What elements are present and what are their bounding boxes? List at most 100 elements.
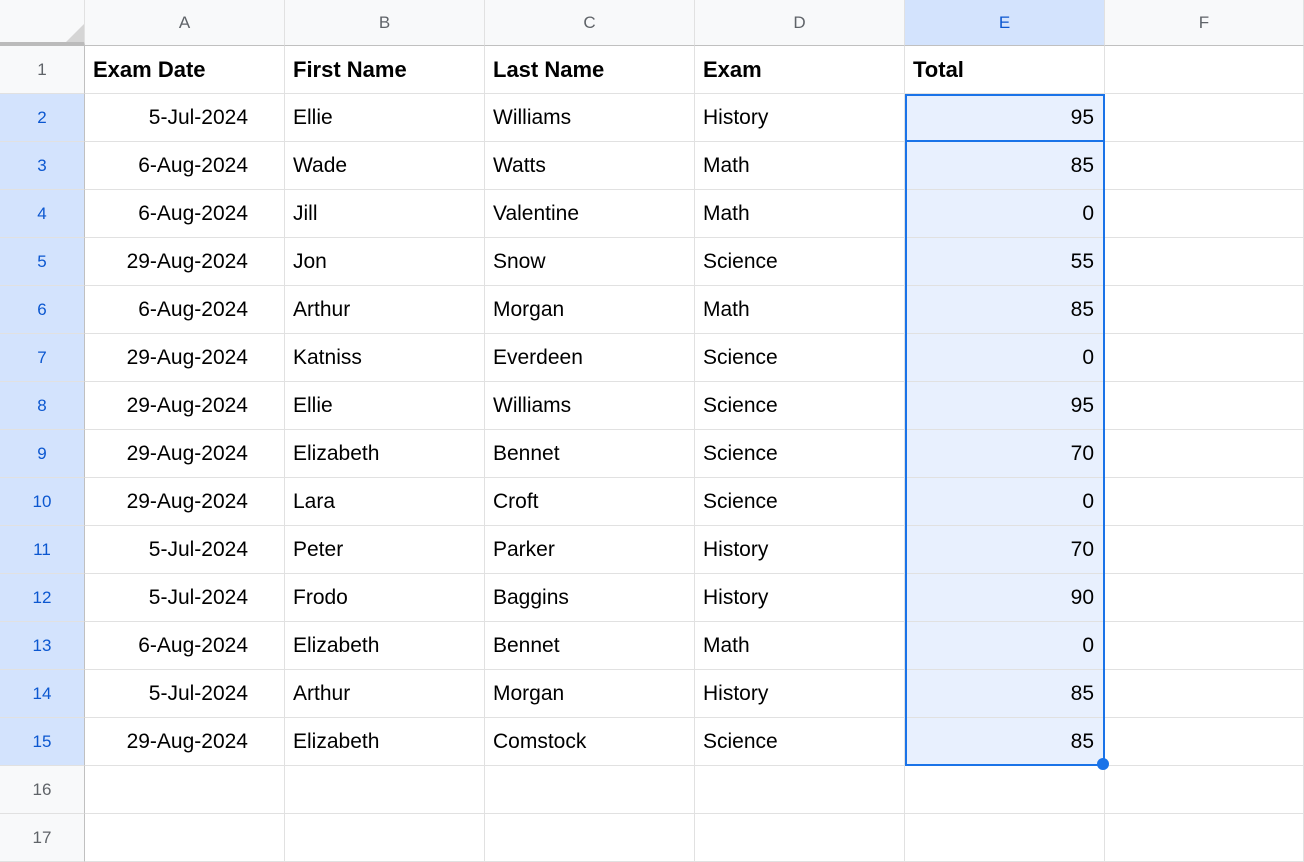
cell-A3[interactable]: 6-Aug-2024: [85, 142, 285, 190]
cell-B9[interactable]: Elizabeth: [285, 430, 485, 478]
cell-F1[interactable]: [1105, 46, 1304, 94]
row-header-8[interactable]: 8: [0, 382, 85, 430]
cell-F9[interactable]: [1105, 430, 1304, 478]
cell-B4[interactable]: Jill: [285, 190, 485, 238]
cell-F4[interactable]: [1105, 190, 1304, 238]
col-header-F[interactable]: F: [1105, 0, 1304, 46]
cell-D8[interactable]: Science: [695, 382, 905, 430]
cell-F16[interactable]: [1105, 766, 1304, 814]
row-header-15[interactable]: 15: [0, 718, 85, 766]
row-header-12[interactable]: 12: [0, 574, 85, 622]
row-header-11[interactable]: 11: [0, 526, 85, 574]
cell-F8[interactable]: [1105, 382, 1304, 430]
cell-C16[interactable]: [485, 766, 695, 814]
row-header-6[interactable]: 6: [0, 286, 85, 334]
cell-E11[interactable]: 70: [905, 526, 1105, 574]
select-all-corner[interactable]: [0, 0, 85, 46]
cell-C4[interactable]: Valentine: [485, 190, 695, 238]
cell-A4[interactable]: 6-Aug-2024: [85, 190, 285, 238]
cell-D7[interactable]: Science: [695, 334, 905, 382]
cell-C15[interactable]: Comstock: [485, 718, 695, 766]
cell-D1[interactable]: Exam: [695, 46, 905, 94]
row-header-5[interactable]: 5: [0, 238, 85, 286]
row-header-3[interactable]: 3: [0, 142, 85, 190]
row-header-1[interactable]: 1: [0, 46, 85, 94]
cell-F2[interactable]: [1105, 94, 1304, 142]
cell-C1[interactable]: Last Name: [485, 46, 695, 94]
col-header-B[interactable]: B: [285, 0, 485, 46]
cell-F10[interactable]: [1105, 478, 1304, 526]
cell-E17[interactable]: [905, 814, 1105, 862]
cell-C12[interactable]: Baggins: [485, 574, 695, 622]
cell-E13[interactable]: 0: [905, 622, 1105, 670]
cell-D4[interactable]: Math: [695, 190, 905, 238]
cell-A11[interactable]: 5-Jul-2024: [85, 526, 285, 574]
cell-C10[interactable]: Croft: [485, 478, 695, 526]
cell-C8[interactable]: Williams: [485, 382, 695, 430]
cell-C13[interactable]: Bennet: [485, 622, 695, 670]
cell-C11[interactable]: Parker: [485, 526, 695, 574]
row-header-9[interactable]: 9: [0, 430, 85, 478]
cell-E12[interactable]: 90: [905, 574, 1105, 622]
cell-D11[interactable]: History: [695, 526, 905, 574]
cell-B15[interactable]: Elizabeth: [285, 718, 485, 766]
cell-A9[interactable]: 29-Aug-2024: [85, 430, 285, 478]
cell-B7[interactable]: Katniss: [285, 334, 485, 382]
cell-C17[interactable]: [485, 814, 695, 862]
cell-A14[interactable]: 5-Jul-2024: [85, 670, 285, 718]
cell-C14[interactable]: Morgan: [485, 670, 695, 718]
cell-F7[interactable]: [1105, 334, 1304, 382]
cell-D2[interactable]: History: [695, 94, 905, 142]
cell-A10[interactable]: 29-Aug-2024: [85, 478, 285, 526]
cell-A2[interactable]: 5-Jul-2024: [85, 94, 285, 142]
cell-B13[interactable]: Elizabeth: [285, 622, 485, 670]
cell-D10[interactable]: Science: [695, 478, 905, 526]
col-header-E[interactable]: E: [905, 0, 1105, 46]
cell-B12[interactable]: Frodo: [285, 574, 485, 622]
cell-C3[interactable]: Watts: [485, 142, 695, 190]
cell-B5[interactable]: Jon: [285, 238, 485, 286]
cell-C5[interactable]: Snow: [485, 238, 695, 286]
cell-D5[interactable]: Science: [695, 238, 905, 286]
cell-E4[interactable]: 0: [905, 190, 1105, 238]
cell-D17[interactable]: [695, 814, 905, 862]
cell-F17[interactable]: [1105, 814, 1304, 862]
cell-D12[interactable]: History: [695, 574, 905, 622]
cell-E6[interactable]: 85: [905, 286, 1105, 334]
cell-E9[interactable]: 70: [905, 430, 1105, 478]
row-header-16[interactable]: 16: [0, 766, 85, 814]
cell-E15[interactable]: 85: [905, 718, 1105, 766]
cell-C9[interactable]: Bennet: [485, 430, 695, 478]
cell-A15[interactable]: 29-Aug-2024: [85, 718, 285, 766]
cell-F6[interactable]: [1105, 286, 1304, 334]
cell-D16[interactable]: [695, 766, 905, 814]
cell-B10[interactable]: Lara: [285, 478, 485, 526]
cell-E5[interactable]: 55: [905, 238, 1105, 286]
cell-A6[interactable]: 6-Aug-2024: [85, 286, 285, 334]
cell-A13[interactable]: 6-Aug-2024: [85, 622, 285, 670]
cell-A7[interactable]: 29-Aug-2024: [85, 334, 285, 382]
cell-D6[interactable]: Math: [695, 286, 905, 334]
cell-B17[interactable]: [285, 814, 485, 862]
cell-D15[interactable]: Science: [695, 718, 905, 766]
cell-C2[interactable]: Williams: [485, 94, 695, 142]
cell-F12[interactable]: [1105, 574, 1304, 622]
cell-D13[interactable]: Math: [695, 622, 905, 670]
cell-E3[interactable]: 85: [905, 142, 1105, 190]
cell-B6[interactable]: Arthur: [285, 286, 485, 334]
cell-F5[interactable]: [1105, 238, 1304, 286]
cell-E10[interactable]: 0: [905, 478, 1105, 526]
cell-A1[interactable]: Exam Date: [85, 46, 285, 94]
row-header-2[interactable]: 2: [0, 94, 85, 142]
cell-E8[interactable]: 95: [905, 382, 1105, 430]
row-header-4[interactable]: 4: [0, 190, 85, 238]
cell-E14[interactable]: 85: [905, 670, 1105, 718]
col-header-A[interactable]: A: [85, 0, 285, 46]
cell-B11[interactable]: Peter: [285, 526, 485, 574]
row-header-13[interactable]: 13: [0, 622, 85, 670]
cell-D14[interactable]: History: [695, 670, 905, 718]
cell-B8[interactable]: Ellie: [285, 382, 485, 430]
cell-B1[interactable]: First Name: [285, 46, 485, 94]
cell-D9[interactable]: Science: [695, 430, 905, 478]
spreadsheet-grid[interactable]: A B C D E F 1 Exam Date First Name Last …: [0, 0, 1304, 862]
